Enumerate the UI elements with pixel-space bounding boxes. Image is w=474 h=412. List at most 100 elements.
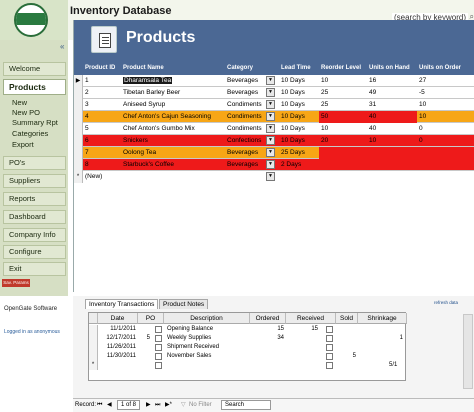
filter-status[interactable]: No Filter [189, 399, 212, 412]
row-selector[interactable] [89, 325, 98, 334]
chevron-down-icon[interactable]: ▼ [266, 172, 275, 181]
row-selector[interactable] [74, 159, 83, 171]
product-units-on-hand[interactable]: 10 [367, 135, 417, 147]
sidebar-item-pos[interactable]: PO's [3, 156, 66, 170]
col-header-units-on-order[interactable]: Units on Order [417, 62, 474, 75]
row-selector[interactable] [89, 352, 98, 361]
product-name[interactable]: Snickers [121, 135, 225, 147]
product-reorder-level[interactable]: 25 [319, 87, 367, 99]
sidebar-item-reports[interactable]: Reports [3, 192, 66, 206]
tab-inventory-transactions[interactable]: Inventory Transactions [85, 299, 159, 309]
product-lead-time[interactable]: 10 Days [279, 111, 319, 123]
product-stock-values[interactable] [319, 147, 474, 159]
row-selector-icon[interactable]: ▶ [74, 75, 83, 87]
po-lookup-checkbox[interactable] [155, 362, 162, 369]
tx-description[interactable]: Weekly Supplies [167, 334, 250, 343]
chevron-down-icon[interactable]: ▼ [266, 100, 275, 109]
col-header-ordered[interactable]: Ordered [250, 313, 286, 324]
product-category[interactable]: Beverages [225, 87, 269, 99]
product-lead-time[interactable]: 10 Days [279, 123, 319, 135]
col-header-received[interactable]: Received [286, 313, 336, 324]
row-selector[interactable] [74, 123, 83, 135]
col-header-shrinkage[interactable]: Shrinkage [358, 313, 407, 324]
col-header-product-id[interactable]: Product ID [83, 62, 121, 75]
product-lead-time[interactable]: 25 Days [279, 147, 319, 159]
sidebar-item-company-info[interactable]: Company Info [3, 228, 66, 242]
po-lookup-checkbox[interactable] [155, 344, 162, 351]
chevron-down-icon[interactable]: ▼ [266, 160, 275, 169]
table-row[interactable]: ▶ 1 Dharamsala Tea Beverages ▼ 10 Days 1… [74, 75, 474, 87]
product-reorder-level[interactable]: 20 [319, 135, 367, 147]
product-name[interactable]: Oolong Tea [121, 147, 225, 159]
col-header-reorder-level[interactable]: Reorder Level [319, 62, 367, 75]
table-row[interactable]: 11/30/2011 November Sales 5 [89, 352, 407, 361]
table-row[interactable]: 3 Aniseed Syrup Condiments ▼ 10 Days 25 … [74, 99, 474, 111]
col-header-category[interactable]: Category [225, 62, 279, 75]
table-row[interactable]: 12/17/2011 5 Weekly Supplies 34 1 [89, 334, 407, 343]
sidebar-item-dashboard[interactable]: Dashboard [3, 210, 66, 224]
tx-ordered[interactable] [250, 343, 284, 352]
sidebar-subitem-export[interactable]: Export [12, 140, 34, 149]
col-header-units-on-hand[interactable]: Units on Hand [367, 62, 417, 75]
product-name[interactable]: Dharamsala Tea [121, 75, 225, 87]
tab-product-notes[interactable]: Product Notes [159, 299, 209, 309]
tx-date[interactable]: 11/26/2011 [98, 343, 136, 352]
received-checkbox[interactable] [326, 335, 333, 342]
chevron-down-icon[interactable]: ▼ [266, 112, 275, 121]
product-units-on-hand[interactable]: 40 [367, 111, 417, 123]
row-selector[interactable] [74, 99, 83, 111]
sidebar-item-products[interactable]: Products [3, 79, 66, 95]
sidebar-item-exit[interactable]: Exit [3, 262, 66, 276]
tx-shrinkage[interactable] [358, 325, 403, 334]
tx-date[interactable]: 12/17/2011 [98, 334, 136, 343]
product-units-on-hand[interactable]: 16 [367, 75, 417, 87]
tx-received[interactable] [286, 352, 318, 361]
table-row[interactable]: 11/26/2011 Shipment Received [89, 343, 407, 352]
tx-ordered[interactable] [250, 352, 284, 361]
table-row[interactable]: 2 Tibetan Barley Beer Beverages ▼ 10 Day… [74, 87, 474, 99]
sidebar-item-welcome[interactable]: Welcome [3, 62, 66, 76]
sidebar-subitem-new[interactable]: New [12, 98, 27, 107]
product-units-on-order[interactable]: 0 [417, 135, 474, 147]
table-row[interactable]: 11/1/2011 Opening Balance 15 15 [89, 325, 407, 334]
product-reorder-level[interactable]: 10 [319, 123, 367, 135]
tx-description[interactable]: November Sales [167, 352, 250, 361]
first-record-icon[interactable]: ⏮ [97, 399, 102, 412]
new-record-icon[interactable]: ▶* [165, 399, 172, 412]
col-header-description[interactable]: Description [164, 313, 250, 324]
product-name[interactable]: Starbuck's Coffee [121, 159, 225, 171]
sidebar-item-suppliers[interactable]: Suppliers [3, 174, 66, 188]
sidebar-subitem-categories[interactable]: Categories [12, 129, 48, 138]
last-record-icon[interactable]: ⏭ [155, 399, 160, 412]
vertical-scrollbar[interactable] [463, 314, 473, 389]
tx-ordered[interactable]: 15 [250, 325, 284, 334]
product-name[interactable]: Aniseed Syrup [121, 99, 225, 111]
tx-sold[interactable]: 5 [336, 352, 356, 361]
refresh-data-link[interactable]: refresh data [434, 300, 458, 305]
tx-ordered[interactable]: 34 [250, 334, 284, 343]
table-row[interactable]: 4 Chef Anton's Cajun Seasoning Condiment… [74, 111, 474, 123]
tx-received[interactable] [286, 334, 318, 343]
product-lead-time[interactable]: 10 Days [279, 99, 319, 111]
product-name[interactable]: Tibetan Barley Beer [121, 87, 225, 99]
product-units-on-order[interactable]: 27 [417, 75, 474, 87]
sidebar-subitem-new-po[interactable]: New PO [12, 108, 40, 117]
tx-shrinkage[interactable] [358, 352, 403, 361]
product-name[interactable]: Chef Anton's Gumbo Mix [121, 123, 225, 135]
col-header-lead-time[interactable]: Lead Time [279, 62, 319, 75]
product-units-on-order[interactable]: 0 [417, 123, 474, 135]
record-position-input[interactable]: 1 of 8 [117, 400, 141, 410]
tx-description[interactable]: Shipment Received [167, 343, 250, 352]
product-stock-values[interactable] [319, 159, 474, 171]
next-record-icon[interactable]: ▶ [146, 399, 151, 412]
product-lead-time[interactable]: 10 Days [279, 75, 319, 87]
product-category[interactable]: Condiments [225, 99, 269, 111]
product-lead-time[interactable]: 2 Days [279, 159, 319, 171]
po-lookup-checkbox[interactable] [155, 326, 162, 333]
row-selector[interactable] [74, 87, 83, 99]
chevron-down-icon[interactable]: ▼ [266, 124, 275, 133]
product-units-on-order[interactable]: -5 [417, 87, 474, 99]
collapse-sidebar-icon[interactable]: « [60, 42, 64, 51]
col-header-sold[interactable]: Sold [336, 313, 358, 324]
row-selector[interactable] [89, 343, 98, 352]
